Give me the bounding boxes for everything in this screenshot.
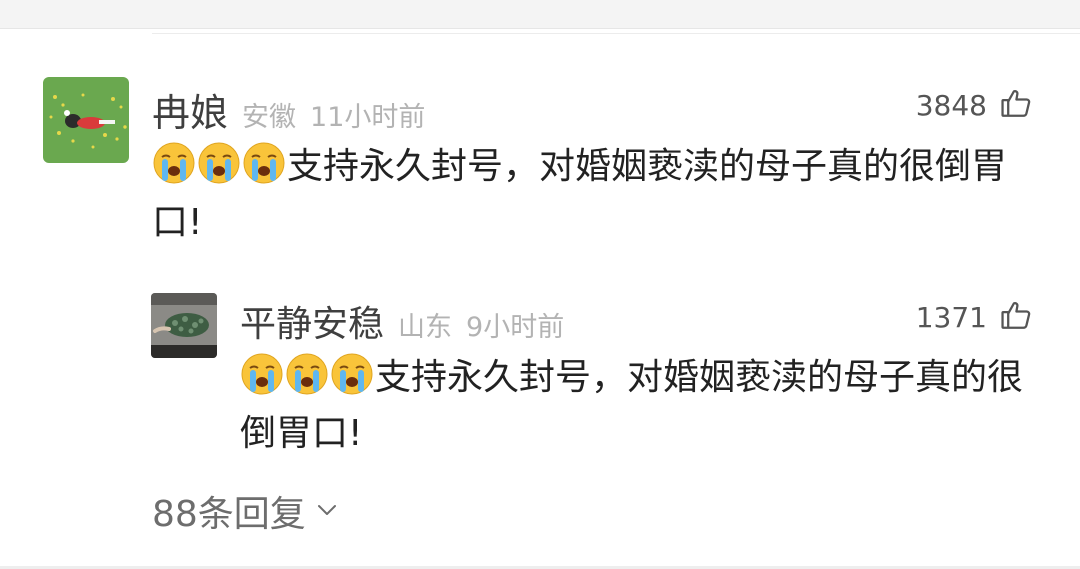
reply-like-count: 1371 — [915, 300, 987, 334]
view-replies-link[interactable]: 88条回复 — [152, 485, 338, 537]
timestamp: 11小时前 — [310, 102, 426, 133]
crying-emoji-icon — [330, 352, 374, 396]
avatar[interactable] — [43, 77, 129, 163]
username[interactable]: 冉娘 — [152, 82, 228, 137]
top-band — [0, 0, 1080, 29]
thumbs-up-icon — [999, 86, 1033, 124]
crying-emoji-icon — [240, 352, 284, 396]
reply-username[interactable]: 平静安稳 — [240, 295, 384, 347]
reply-avatar[interactable] — [151, 293, 217, 358]
crying-emoji-icon — [242, 141, 286, 185]
crying-emoji-icon — [285, 352, 329, 396]
reply-like-button[interactable]: 1371 — [916, 298, 1033, 336]
replies-count-label: 88条回复 — [152, 494, 306, 535]
thumbs-up-icon — [999, 298, 1033, 336]
location: 安徽 — [242, 102, 297, 133]
crying-emoji-icon — [152, 141, 196, 185]
like-count: 3848 — [915, 88, 987, 122]
reply-timestamp: 9小时前 — [466, 312, 565, 343]
comment-text: 支持永久封号，对婚姻亵渎的母子真的很倒胃口! — [152, 139, 1047, 251]
reply-location: 山东 — [398, 312, 453, 343]
chevron-down-icon — [306, 502, 338, 521]
like-button[interactable]: 3848 — [916, 86, 1033, 124]
divider — [152, 33, 1080, 34]
reply-text: 支持永久封号，对婚姻亵渎的母子真的很倒胃口! — [240, 350, 1045, 462]
crying-emoji-icon — [197, 141, 241, 185]
comment-meta: 冉娘 安徽 11小时前 — [152, 82, 425, 137]
reply-meta: 平静安稳 山东 9小时前 — [240, 295, 564, 347]
